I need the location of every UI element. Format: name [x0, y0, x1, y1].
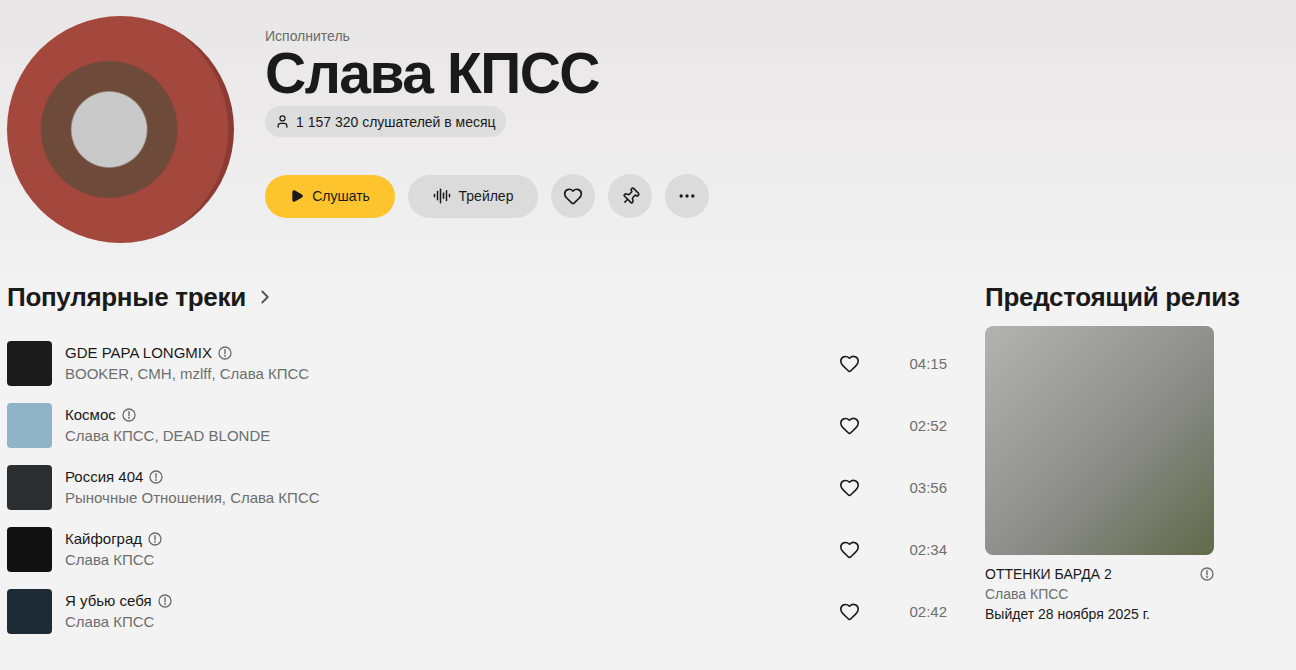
- popular-tracks: Популярные треки GDE PAPA LONGMIX BOOKER, …: [7, 281, 947, 642]
- track-row[interactable]: Кайфоград Слава КПСС 02:34: [7, 518, 947, 580]
- track-text: Я убью себя Слава КПСС: [65, 592, 826, 631]
- listeners-badge: 1 157 320 слушателей в месяц: [265, 106, 506, 137]
- heart-icon: [563, 186, 583, 206]
- track-title: Россия 404: [65, 468, 826, 486]
- explicit-icon: [1200, 567, 1214, 581]
- play-icon: [290, 189, 304, 203]
- artist-avatar: [7, 16, 234, 243]
- track-like[interactable]: [839, 353, 860, 374]
- track-cover: [7, 465, 52, 510]
- upcoming-title: Предстоящий релиз: [985, 281, 1285, 313]
- trailer-button[interactable]: Трейлер: [408, 175, 538, 218]
- track-duration: 03:56: [903, 479, 947, 496]
- pin-icon: [617, 183, 644, 210]
- like-button[interactable]: [551, 174, 595, 218]
- track-cover: [7, 589, 52, 634]
- track-row[interactable]: Россия 404 Рыночные Отношения, Слава КПСС…: [7, 456, 947, 518]
- track-text: Кайфоград Слава КПСС: [65, 530, 826, 569]
- more-icon: [677, 186, 697, 206]
- track-cover: [7, 527, 52, 572]
- upcoming-release: Предстоящий релиз ОТТЕНКИ БАРДА 2Слава КП…: [985, 281, 1285, 642]
- heart-icon: [839, 415, 860, 436]
- track-like[interactable]: [839, 477, 860, 498]
- explicit-icon: [218, 346, 232, 360]
- track-artists: Слава КПСС, DEAD BLONDE: [65, 427, 826, 445]
- track-title: Космос: [65, 406, 826, 424]
- listeners-count: 1 157 320 слушателей в месяц: [296, 114, 496, 130]
- track-title: Я убью себя: [65, 592, 826, 610]
- heart-icon: [839, 353, 860, 374]
- track-duration: 02:42: [903, 603, 947, 620]
- release-title[interactable]: ОТТЕНКИ БАРДА 2: [985, 564, 1214, 584]
- track-duration: 02:52: [903, 417, 947, 434]
- track-text: Космос Слава КПСС, DEAD BLONDE: [65, 406, 826, 445]
- track-like[interactable]: [839, 539, 860, 560]
- track-like[interactable]: [839, 601, 860, 622]
- track-row[interactable]: Я убью себя Слава КПСС 02:42: [7, 580, 947, 642]
- track-artists: Рыночные Отношения, Слава КПСС: [65, 489, 826, 507]
- explicit-icon: [148, 532, 162, 546]
- track-cover: [7, 341, 52, 386]
- explicit-icon: [149, 470, 163, 484]
- heart-icon: [839, 477, 860, 498]
- person-icon: [275, 114, 290, 129]
- track-artists: Слава КПСС: [65, 551, 826, 569]
- explicit-icon: [122, 408, 136, 422]
- pin-button[interactable]: [608, 174, 652, 218]
- chevron-right-icon: [254, 286, 276, 308]
- track-text: Россия 404 Рыночные Отношения, Слава КПСС: [65, 468, 826, 507]
- explicit-icon: [158, 594, 172, 608]
- track-title: Кайфоград: [65, 530, 826, 548]
- track-artists: Слава КПСС: [65, 613, 826, 631]
- track-title: GDE PAPA LONGMIX: [65, 344, 826, 362]
- track-duration: 04:15: [903, 355, 947, 372]
- artist-header: ИсполнительСлава КПСС1 157 320 слушателе…: [7, 16, 1296, 243]
- track-duration: 02:34: [903, 541, 947, 558]
- track-cover: [7, 403, 52, 448]
- track-list: GDE PAPA LONGMIX BOOKER, CMH, mzlff, Слав…: [7, 332, 947, 642]
- heart-icon: [839, 539, 860, 560]
- artist-page: ИсполнительСлава КПСС1 157 320 слушателе…: [0, 0, 1296, 670]
- track-text: GDE PAPA LONGMIX BOOKER, CMH, mzlff, Слав…: [65, 344, 826, 383]
- action-bar: Слушать Трейлер: [265, 174, 709, 218]
- track-like[interactable]: [839, 415, 860, 436]
- popular-title[interactable]: Популярные треки: [7, 281, 947, 313]
- track-row[interactable]: Космос Слава КПСС, DEAD BLONDE 02:52: [7, 394, 947, 456]
- track-row[interactable]: GDE PAPA LONGMIX BOOKER, CMH, mzlff, Слав…: [7, 332, 947, 394]
- release-date: Выйдет 28 ноября 2025 г.: [985, 604, 1285, 624]
- artist-name: Слава КПСС: [265, 42, 599, 104]
- waveform-icon: [433, 187, 451, 205]
- more-button[interactable]: [665, 174, 709, 218]
- release-artist[interactable]: Слава КПСС: [985, 584, 1285, 604]
- content: Популярные треки GDE PAPA LONGMIX BOOKER, …: [7, 281, 1296, 642]
- release-cover[interactable]: [985, 326, 1214, 555]
- track-artists: BOOKER, CMH, mzlff, Слава КПСС: [65, 365, 826, 383]
- play-button[interactable]: Слушать: [265, 175, 395, 218]
- artist-info: ИсполнительСлава КПСС1 157 320 слушателе…: [265, 16, 709, 243]
- heart-icon: [839, 601, 860, 622]
